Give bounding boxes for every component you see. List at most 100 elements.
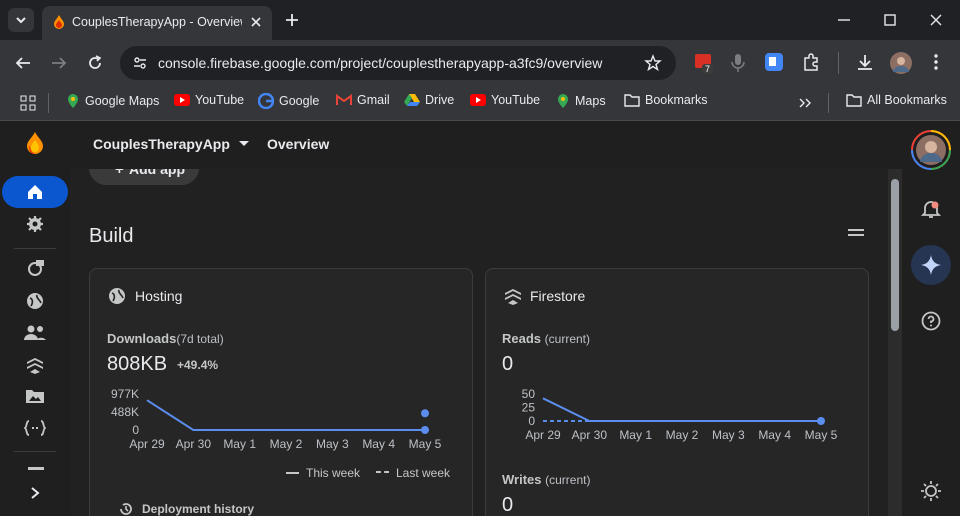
x-tick-label: May 3 bbox=[712, 428, 745, 442]
bookmark-label: Google bbox=[279, 94, 320, 108]
bookmark-gmail[interactable]: Gmail bbox=[336, 93, 390, 107]
metric-label: Downloads bbox=[107, 331, 177, 346]
x-tick-label: May 2 bbox=[666, 428, 699, 442]
metric-label: Writes bbox=[502, 472, 542, 487]
toolbar-divider bbox=[838, 52, 839, 74]
firestore-title[interactable]: Firestore bbox=[530, 288, 585, 304]
bookmark-drive[interactable]: Drive bbox=[404, 93, 454, 107]
scrollbar-thumb[interactable] bbox=[891, 179, 899, 331]
bookmark-label: Bookmarks bbox=[645, 93, 708, 107]
x-tick-label: May 5 bbox=[805, 428, 838, 442]
series-point bbox=[421, 426, 429, 434]
bookmark-label: Drive bbox=[425, 93, 455, 107]
firebase-favicon-icon bbox=[52, 14, 66, 30]
translate-extension-icon[interactable] bbox=[764, 52, 784, 72]
x-tick-label: May 5 bbox=[409, 437, 442, 451]
deployment-history-link[interactable]: Deployment history bbox=[118, 501, 254, 516]
maximize-icon[interactable] bbox=[882, 12, 898, 28]
browser-tab[interactable]: CouplesTherapyApp - Overview bbox=[42, 6, 272, 40]
new-tab-icon[interactable] bbox=[284, 12, 300, 28]
apps-grid-icon[interactable] bbox=[20, 95, 36, 111]
star-icon[interactable] bbox=[644, 54, 662, 72]
bookmark-google[interactable]: Google bbox=[258, 93, 319, 109]
y-tick-label: 25 bbox=[522, 401, 536, 415]
series-line bbox=[146, 399, 425, 431]
expand-nav-chevron-icon[interactable] bbox=[28, 485, 42, 501]
notifications-bell-icon[interactable] bbox=[921, 199, 941, 219]
functions-icon[interactable] bbox=[24, 419, 46, 437]
forward-icon[interactable] bbox=[50, 54, 68, 72]
x-tick-label: May 4 bbox=[362, 437, 395, 451]
x-tick-label: May 3 bbox=[316, 437, 349, 451]
back-icon[interactable] bbox=[14, 54, 32, 72]
bookmark-youtube-2[interactable]: YouTube bbox=[470, 93, 540, 107]
more-bookmarks-chevron-icon[interactable] bbox=[798, 96, 812, 110]
add-app-label: Add app bbox=[129, 169, 185, 177]
partial-nav-icon[interactable] bbox=[28, 467, 44, 470]
metric-qualifier: (current) bbox=[544, 332, 590, 346]
chevron-down-icon bbox=[16, 17, 26, 24]
bookmark-label: YouTube bbox=[195, 93, 245, 107]
firestore-icon[interactable] bbox=[26, 356, 44, 374]
x-tick-label: Apr 29 bbox=[129, 437, 165, 451]
more-menu-icon[interactable] bbox=[928, 53, 944, 71]
x-tick-label: May 1 bbox=[619, 428, 652, 442]
downloads-value: 808KB bbox=[107, 353, 168, 375]
console-header: CouplesTherapyApp Overview bbox=[70, 121, 902, 169]
bookmark-folder-bookmarks[interactable]: Bookmarks bbox=[624, 93, 708, 107]
app-hosting-icon[interactable] bbox=[25, 259, 45, 277]
scrollbar-track[interactable] bbox=[888, 169, 902, 516]
bookmark-label: YouTube bbox=[491, 93, 541, 107]
close-window-icon[interactable] bbox=[928, 12, 944, 28]
add-icon: + bbox=[115, 169, 124, 178]
main-content: + Add app Build Hosting Downloads(7d tot… bbox=[70, 169, 902, 516]
reload-icon[interactable] bbox=[86, 54, 104, 72]
x-tick-label: Apr 29 bbox=[525, 428, 561, 442]
history-icon bbox=[120, 503, 132, 515]
browser-toolbar: console.firebase.google.com/project/coup… bbox=[0, 40, 960, 86]
bookmark-youtube-1[interactable]: YouTube bbox=[174, 93, 244, 107]
account-avatar-icon[interactable] bbox=[911, 130, 951, 170]
all-bookmarks-button[interactable]: All Bookmarks bbox=[846, 93, 947, 107]
site-settings-icon[interactable] bbox=[132, 55, 148, 71]
firestore-card: Firestore Reads (current) 0 50 25 0 Apr 29 A… bbox=[485, 268, 869, 516]
bookmark-maps[interactable]: Maps bbox=[556, 93, 606, 109]
home-icon bbox=[28, 185, 42, 199]
nav-home[interactable] bbox=[2, 176, 68, 208]
project-selector[interactable]: CouplesTherapyApp bbox=[93, 136, 250, 152]
add-app-button[interactable]: + Add app bbox=[89, 169, 199, 185]
profile-avatar-icon[interactable] bbox=[890, 52, 912, 74]
microphone-icon[interactable] bbox=[730, 53, 746, 73]
settings-gear-icon[interactable] bbox=[26, 215, 44, 233]
youtube-icon bbox=[470, 94, 486, 106]
close-tab-icon[interactable] bbox=[248, 14, 264, 30]
reads-chart: 50250Apr 29 Apr 30 May 1 May 2 May 3 May 4 May… bbox=[522, 387, 838, 442]
storage-images-icon[interactable] bbox=[25, 388, 45, 404]
bookmarks-divider bbox=[828, 93, 829, 113]
minimize-icon[interactable] bbox=[836, 12, 852, 28]
gmail-icon bbox=[336, 94, 352, 105]
tab-search-button[interactable] bbox=[8, 8, 34, 32]
hosting-title[interactable]: Hosting bbox=[135, 288, 182, 304]
bookmark-label: Google Maps bbox=[85, 94, 160, 108]
help-icon[interactable] bbox=[921, 311, 941, 331]
hosting-globe-icon[interactable] bbox=[26, 292, 44, 310]
bookmark-google-maps[interactable]: Google Maps bbox=[66, 93, 159, 109]
nav-divider bbox=[14, 451, 56, 452]
address-bar[interactable]: console.firebase.google.com/project/coup… bbox=[120, 46, 676, 80]
url-text: console.firebase.google.com/project/coup… bbox=[158, 55, 603, 71]
extensions-puzzle-icon[interactable] bbox=[802, 52, 822, 72]
reads-value: 0 bbox=[502, 353, 514, 375]
authentication-users-icon[interactable] bbox=[24, 325, 46, 341]
firebase-logo-icon[interactable] bbox=[24, 131, 46, 157]
collapse-section-icon[interactable] bbox=[847, 228, 865, 238]
sparkle-icon bbox=[921, 255, 941, 275]
y-tick-label: 50 bbox=[522, 387, 536, 401]
download-icon[interactable] bbox=[856, 53, 874, 71]
gemini-assistant-button[interactable] bbox=[911, 245, 951, 285]
extension-badge: 7 bbox=[702, 64, 714, 74]
theme-toggle-sun-icon[interactable] bbox=[920, 480, 942, 502]
x-tick-label: Apr 30 bbox=[572, 428, 608, 442]
x-tick-label: May 4 bbox=[758, 428, 791, 442]
legend-label: Last week bbox=[396, 466, 451, 480]
